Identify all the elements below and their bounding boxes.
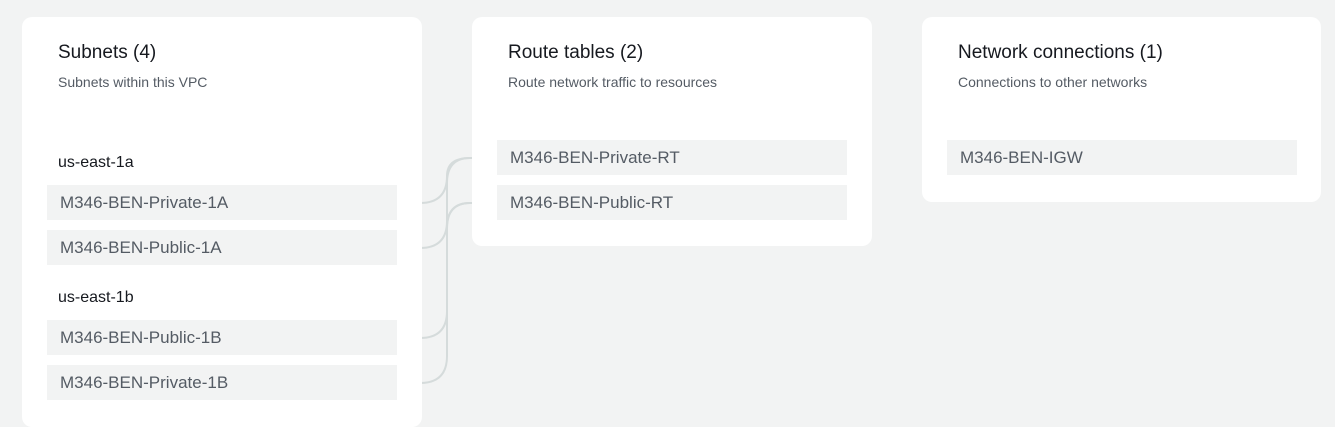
subnet-item-public-1b[interactable]: M346-BEN-Public-1B bbox=[47, 320, 397, 355]
route-table-item-private-rt[interactable]: M346-BEN-Private-RT bbox=[497, 140, 847, 175]
subnet-item-private-1b[interactable]: M346-BEN-Private-1B bbox=[47, 365, 397, 400]
network-connection-item-igw[interactable]: M346-BEN-IGW bbox=[947, 140, 1297, 175]
route-tables-panel-title: Route tables (2) bbox=[508, 42, 644, 63]
az-label-us-east-1b: us-east-1b bbox=[58, 289, 134, 306]
subnet-item-private-1a[interactable]: M346-BEN-Private-1A bbox=[47, 185, 397, 220]
network-connections-panel: Network connections (1) Connections to o… bbox=[922, 17, 1321, 202]
route-tables-panel-description: Route network traffic to resources bbox=[508, 74, 718, 90]
network-connections-panel-title: Network connections (1) bbox=[958, 42, 1163, 63]
subnet-item-public-1a[interactable]: M346-BEN-Public-1A bbox=[47, 230, 397, 265]
network-connections-panel-description: Connections to other networks bbox=[958, 74, 1148, 90]
subnets-panel: Subnets (4) Subnets within this VPC us-e… bbox=[22, 17, 422, 427]
route-tables-panel: Route tables (2) Route network traffic t… bbox=[472, 17, 872, 246]
route-table-item-public-rt[interactable]: M346-BEN-Public-RT bbox=[497, 185, 847, 220]
az-label-us-east-1a: us-east-1a bbox=[58, 154, 134, 171]
subnets-panel-title: Subnets (4) bbox=[58, 42, 157, 63]
subnets-panel-description: Subnets within this VPC bbox=[58, 74, 208, 90]
